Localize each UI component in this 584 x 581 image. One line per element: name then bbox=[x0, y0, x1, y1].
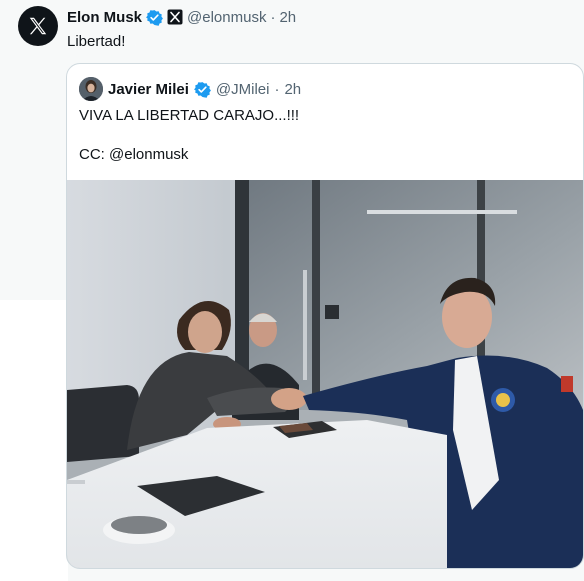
quoted-author-name[interactable]: Javier Milei bbox=[108, 81, 189, 98]
header-separator: · bbox=[270, 8, 276, 26]
x-affiliate-badge-icon[interactable] bbox=[167, 9, 183, 25]
quoted-tweet-card[interactable]: Javier Milei @JMilei · 2h VIVA LA LIBERT… bbox=[66, 63, 584, 569]
author-handle[interactable]: @elonmusk bbox=[187, 9, 266, 26]
tweet-text: Libertad! bbox=[67, 33, 126, 50]
x-logo-icon bbox=[29, 17, 47, 35]
page-background-lower bbox=[0, 300, 68, 581]
quoted-tweet-timestamp[interactable]: 2h bbox=[284, 81, 301, 98]
verified-badge-icon[interactable] bbox=[193, 81, 211, 98]
quoted-tweet-text-line1: VIVA LA LIBERTAD CARAJO...!!! bbox=[79, 107, 300, 124]
quoted-header-separator: · bbox=[274, 80, 280, 98]
author-avatar[interactable] bbox=[18, 6, 58, 46]
quoted-tweet-photo[interactable] bbox=[67, 180, 583, 568]
quoted-author-avatar[interactable] bbox=[79, 77, 103, 101]
quoted-author-handle[interactable]: @JMilei bbox=[216, 81, 270, 98]
tweet[interactable]: Elon Musk @elonmusk · 2h Libertad! Javie… bbox=[0, 0, 584, 581]
photo-illustration bbox=[67, 180, 583, 568]
quoted-tweet-text-line2: CC: @elonmusk bbox=[79, 146, 189, 163]
author-name[interactable]: Elon Musk bbox=[67, 9, 142, 26]
tweet-timestamp[interactable]: 2h bbox=[279, 9, 296, 26]
verified-badge-icon[interactable] bbox=[146, 9, 163, 26]
quoted-tweet-header: Javier Milei @JMilei · 2h bbox=[79, 76, 301, 102]
tweet-header: Elon Musk @elonmusk · 2h bbox=[67, 6, 296, 28]
